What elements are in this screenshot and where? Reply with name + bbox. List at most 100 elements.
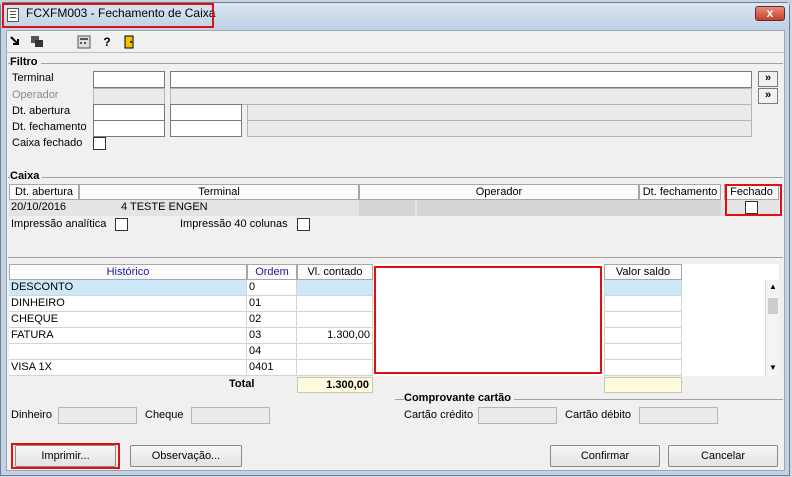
- ordem-cell: 04: [247, 344, 297, 360]
- cartao-debito-label: Cartão débito: [565, 409, 632, 421]
- total-saldo-value: [604, 377, 682, 393]
- historico-cell: [9, 344, 247, 360]
- total-value: 1.300,00: [297, 377, 373, 393]
- ordem-cell: 01: [247, 296, 297, 312]
- col-vl-contado: Vl. contado: [297, 264, 373, 280]
- caixa-legend: Caixa: [10, 170, 43, 182]
- grid-row[interactable]: DINHEIRO 01: [9, 296, 373, 312]
- comprovante-legend: Comprovante cartão: [404, 392, 514, 404]
- grid-group-line: [8, 257, 783, 258]
- operador-code-input: [93, 88, 165, 105]
- vl-contado-cell[interactable]: [297, 360, 373, 376]
- caixa-terminal-name-cell: TESTE ENGEN: [130, 201, 208, 213]
- calculator-icon[interactable]: [77, 35, 91, 49]
- cartao-debito-field: [639, 407, 718, 424]
- grid-row[interactable]: VISA 1X 0401: [9, 360, 373, 376]
- grid-row[interactable]: DESCONTO 0: [9, 280, 373, 296]
- help-icon[interactable]: ?: [100, 35, 114, 49]
- dt-fechamento-start-input[interactable]: [93, 120, 165, 137]
- dt-fechamento-label: Dt. fechamento: [12, 121, 87, 133]
- valor-saldo-cell: [604, 328, 682, 344]
- terminal-label: Terminal: [12, 72, 54, 84]
- terminal-code-input[interactable]: [93, 71, 165, 88]
- scroll-down-icon[interactable]: ▼: [769, 363, 777, 372]
- terminal-lookup-button[interactable]: »: [758, 71, 778, 87]
- dt-fechamento-extra-field: [247, 120, 752, 137]
- vl-contado-cell[interactable]: [297, 280, 373, 296]
- caixa-dt-fechamento-cell: [639, 200, 721, 216]
- grid-row[interactable]: 04: [9, 344, 373, 360]
- observacao-button[interactable]: Observação...: [130, 445, 242, 467]
- valor-saldo-cell: [604, 296, 682, 312]
- col-dt-fechamento: Dt. fechamento: [639, 184, 721, 200]
- valor-saldo-column: [604, 280, 682, 376]
- filtro-group-line: [8, 63, 783, 64]
- col-valor-saldo: Valor saldo: [604, 264, 682, 280]
- dinheiro-label: Dinheiro: [11, 409, 52, 421]
- col-terminal: Terminal: [79, 184, 359, 200]
- filtro-legend: Filtro: [10, 56, 41, 68]
- caixa-fechado-label: Caixa fechado: [12, 137, 83, 149]
- historico-cell: DESCONTO: [9, 280, 247, 296]
- dt-abertura-end-input[interactable]: [170, 104, 242, 121]
- dt-abertura-start-input[interactable]: [93, 104, 165, 121]
- operador-lookup-button[interactable]: »: [758, 88, 778, 104]
- close-button[interactable]: x: [755, 6, 785, 21]
- historico-cell: VISA 1X: [9, 360, 247, 376]
- valor-saldo-cell: [604, 360, 682, 376]
- col-historico: Histórico: [9, 264, 247, 280]
- operador-label: Operador: [12, 89, 59, 101]
- valor-saldo-cell: [604, 312, 682, 328]
- dinheiro-field: [58, 407, 137, 424]
- cancelar-button[interactable]: Cancelar: [668, 445, 778, 467]
- historico-cell: CHEQUE: [9, 312, 247, 328]
- vl-contado-cell[interactable]: [297, 344, 373, 360]
- impressao-40-checkbox[interactable]: [297, 218, 310, 231]
- scroll-up-icon[interactable]: ▲: [769, 282, 777, 291]
- valor-saldo-cell: [604, 344, 682, 360]
- historico-cell: FATURA: [9, 328, 247, 344]
- vl-contado-cell[interactable]: 1.300,00: [297, 328, 373, 344]
- door-exit-icon[interactable]: [122, 35, 136, 49]
- scroll-thumb[interactable]: [768, 298, 778, 314]
- impressao-analitica-label: Impressão analítica: [11, 218, 107, 230]
- confirmar-button[interactable]: Confirmar: [550, 445, 660, 467]
- col-operador: Operador: [359, 184, 639, 200]
- caixa-dt-abertura-cell: 20/10/2016: [11, 201, 67, 213]
- impressao-40-label: Impressão 40 colunas: [180, 218, 288, 230]
- caixa-group-line: [8, 177, 783, 178]
- dt-abertura-label: Dt. abertura: [12, 105, 71, 117]
- caixa-terminal-num-cell: 4: [121, 201, 128, 213]
- caixa-fechado-checkbox[interactable]: [93, 137, 106, 150]
- imprimir-highlight-box: [11, 443, 120, 469]
- cartao-credito-field: [478, 407, 557, 424]
- fechado-highlight-box: [725, 184, 782, 216]
- ordem-cell: 03: [247, 328, 297, 344]
- dt-fechamento-end-input[interactable]: [170, 120, 242, 137]
- total-label: Total: [229, 378, 255, 390]
- operador-name-input: [170, 88, 752, 105]
- historico-cell: DINHEIRO: [9, 296, 247, 312]
- col-ordem: Ordem: [247, 264, 297, 280]
- terminal-name-input[interactable]: [170, 71, 752, 88]
- vl-contado-cell[interactable]: [297, 312, 373, 328]
- col-dt-abertura: Dt. abertura: [9, 184, 79, 200]
- caixa-operador-name-cell: [417, 200, 639, 216]
- cartao-credito-label: Cartão crédito: [404, 409, 474, 421]
- grid-row[interactable]: CHEQUE 02: [9, 312, 373, 328]
- grid-row[interactable]: FATURA 03 1.300,00: [9, 328, 373, 344]
- cheque-field: [191, 407, 270, 424]
- caixa-row[interactable]: 20/10/2016 4 TESTE ENGEN: [9, 200, 779, 216]
- title-highlight-box: [2, 3, 214, 28]
- detail-highlight-box: [374, 266, 602, 374]
- windows-icon[interactable]: [30, 35, 44, 49]
- toolbar-separator: [7, 52, 784, 53]
- valor-saldo-cell: [604, 280, 682, 296]
- ordem-cell: 0401: [247, 360, 297, 376]
- ordem-cell: 0: [247, 280, 297, 296]
- exit-icon[interactable]: [9, 35, 23, 49]
- grid-scrollbar[interactable]: ▲ ▼: [765, 280, 779, 376]
- impressao-analitica-checkbox[interactable]: [115, 218, 128, 231]
- vl-contado-cell[interactable]: [297, 296, 373, 312]
- cheque-label: Cheque: [145, 409, 184, 421]
